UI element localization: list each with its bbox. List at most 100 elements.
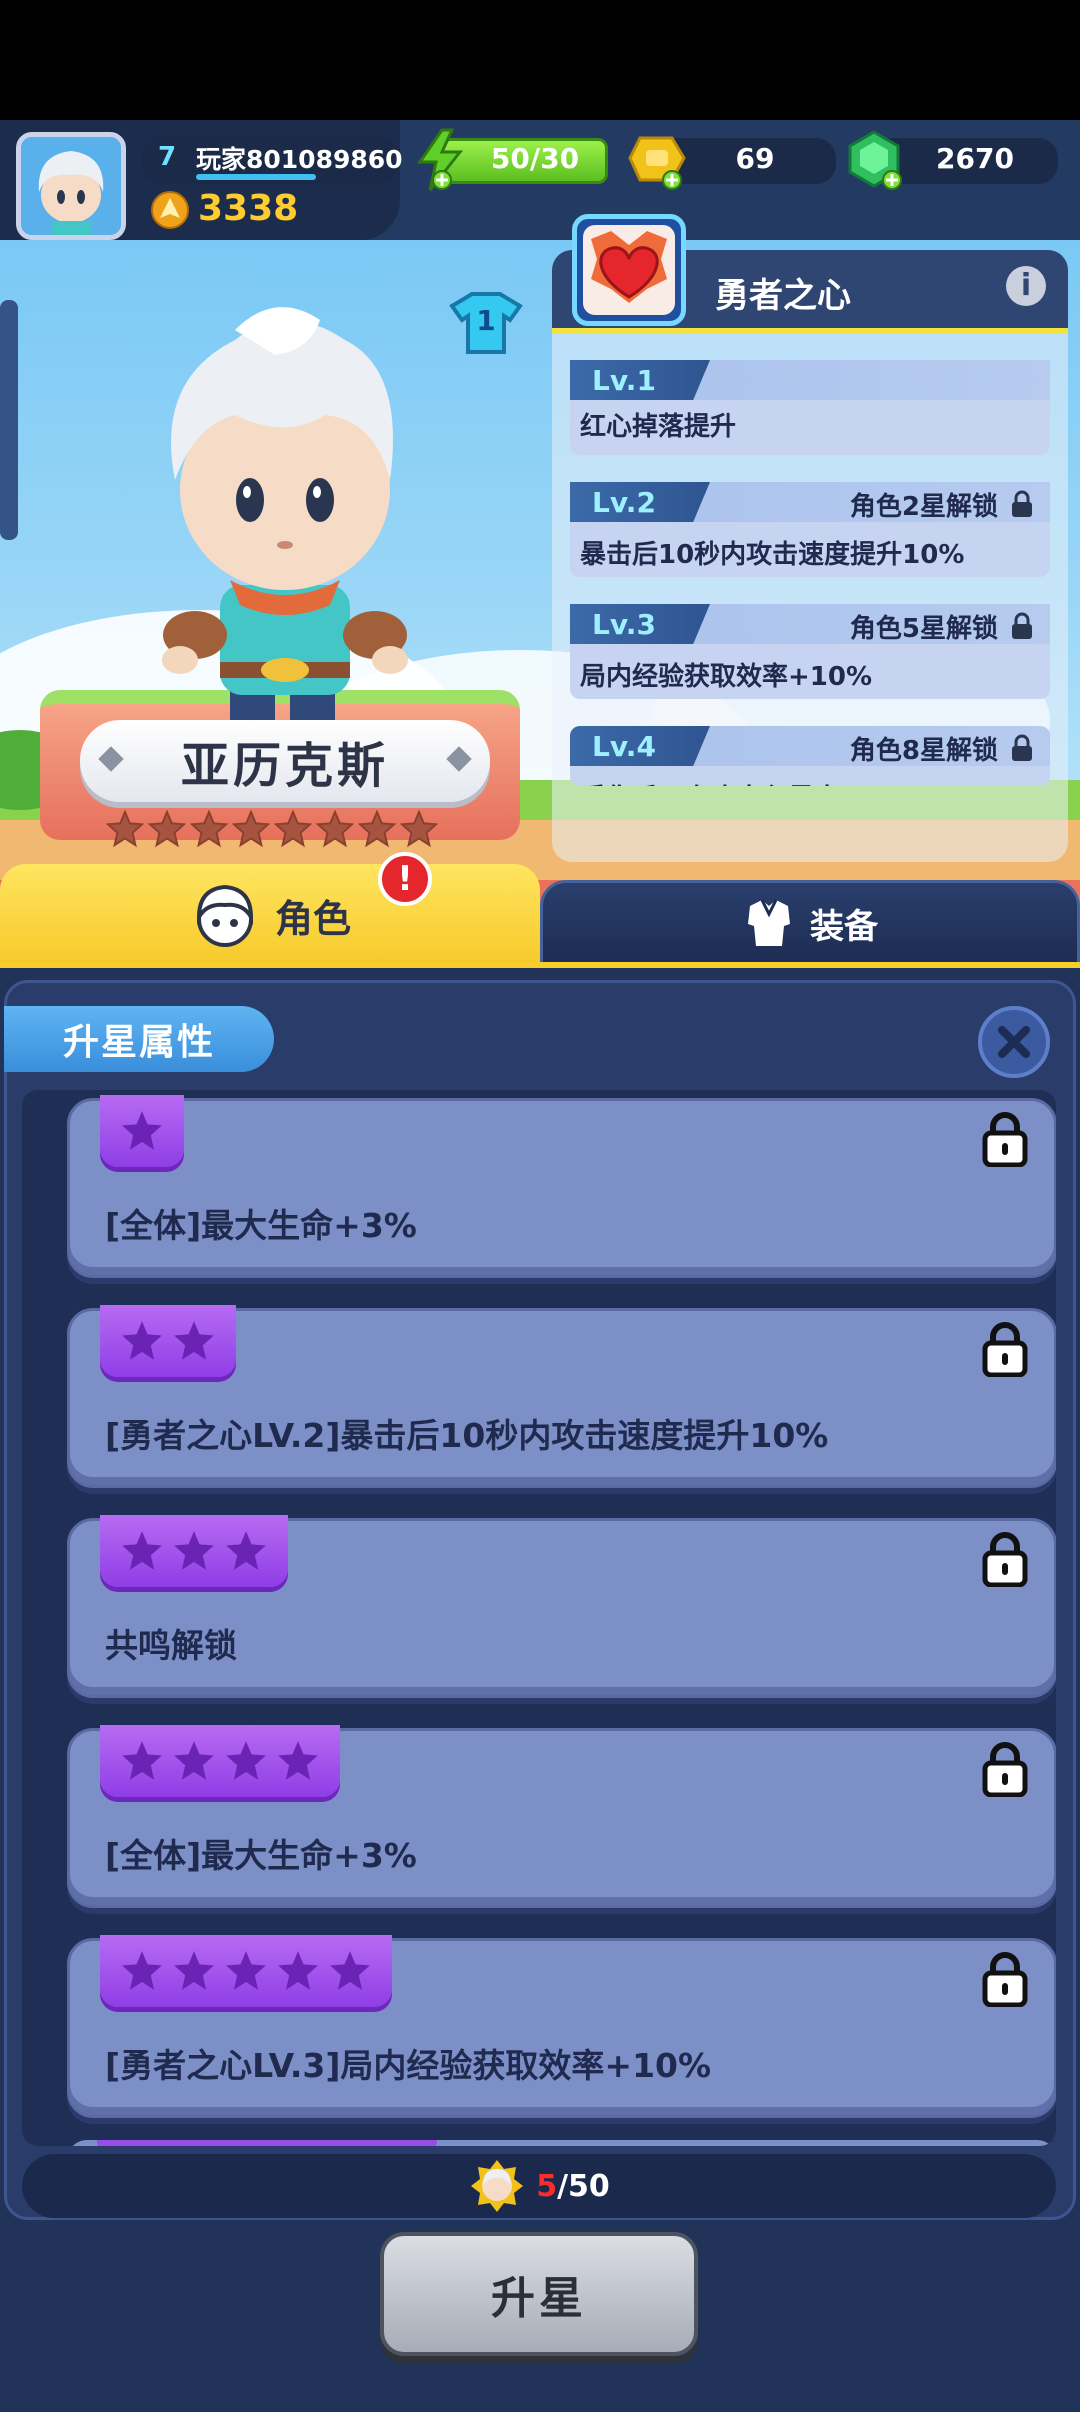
purple-star-icon [122, 1951, 162, 1990]
star-tier-tab [100, 1515, 288, 1587]
purple-star-icon [122, 1741, 162, 1780]
purple-star-icon [122, 1321, 162, 1360]
shard-total: /50 [557, 2168, 610, 2204]
skill-icon-frame [572, 214, 686, 326]
skill-level-desc: 暴击后10秒内攻击速度提升10% [580, 540, 965, 570]
star-attribute-card: [勇者之心LV.3]局内经验获取效率+10% [67, 1935, 1056, 2118]
character-name-plate: 亚历克斯 [80, 720, 490, 802]
star-tier-tab [100, 1305, 236, 1377]
empty-star-icon [316, 810, 354, 848]
star-attribute-card: 共鸣解锁 [67, 1515, 1056, 1698]
star-attribute-text: [全体]最大生命+3% [105, 1836, 417, 1875]
close-icon [998, 1026, 1030, 1058]
tab-character-label: 角色 [274, 896, 351, 941]
lock-icon [982, 1532, 1028, 1587]
purple-star-icon [278, 1951, 318, 1990]
skill-level-row: Lv.1 红心掉落提升 [570, 360, 1050, 455]
upgrade-star-button[interactable]: 升星 [380, 2232, 698, 2356]
stamina-lightning-icon [417, 128, 464, 191]
coin-icon [628, 136, 686, 190]
star-tier-tab [100, 1935, 392, 2007]
skill-level-desc: 局内经验获取效率+10% [580, 662, 873, 692]
purple-star-icon [174, 1321, 214, 1360]
star-tier-tab [100, 1725, 340, 1797]
skill-level-desc: 受伤后下次攻击必暴击 [580, 778, 840, 786]
gem-icon [848, 130, 902, 190]
lock-icon [1012, 612, 1032, 639]
alert-badge: ! [378, 852, 432, 906]
purple-star-icon [122, 1111, 162, 1150]
empty-star-icon [358, 810, 396, 848]
plate-left-diamond-icon [98, 746, 124, 772]
star-tier-tab [97, 2140, 437, 2146]
star-attribute-list[interactable]: [全体]最大生命+3% [勇者之心LV.2]暴击后10秒内攻击速度提升10% 共… [22, 1090, 1056, 2146]
skill-level-row: Lv.4 角色8星解锁 受伤后下次攻击必暴击 [570, 726, 1050, 786]
purple-star-icon [174, 1951, 214, 1990]
power-value: 3338 [198, 188, 299, 229]
shard-current: 5 [536, 2168, 558, 2204]
star-attribute-card: [全体]最大生命+3% [67, 1095, 1056, 1278]
character-face-icon [196, 884, 253, 947]
character-star-row [106, 810, 438, 848]
star-panel-title-tab: 升星属性 [4, 1006, 274, 1072]
skill-level-tag: Lv.1 [570, 360, 710, 400]
lock-icon [1012, 490, 1032, 517]
skill-unlock-note: 角色2星解锁 [849, 492, 998, 522]
player-exp-bar [196, 174, 316, 180]
empty-star-icon [190, 810, 228, 848]
purple-star-icon [226, 1531, 266, 1570]
plate-right-diamond-icon [446, 746, 472, 772]
empty-star-icon [400, 810, 438, 848]
empty-star-icon [232, 810, 270, 848]
heart-skill-icon [583, 225, 675, 315]
purple-star-icon [330, 1951, 370, 1990]
tab-character[interactable]: 角色 [0, 864, 540, 966]
lock-icon [982, 1112, 1028, 1167]
empty-star-icon [274, 810, 312, 848]
star-attribute-text: [全体]最大生命+3% [105, 1206, 417, 1245]
skill-unlock-note: 角色5星解锁 [849, 614, 998, 644]
purple-star-icon [122, 1531, 162, 1570]
outfit-badge-number: 1 [476, 304, 496, 337]
coin-value: 69 [735, 142, 775, 175]
purple-star-icon [278, 1741, 318, 1780]
star-attribute-card: [全体]最大生命+3% [67, 1725, 1056, 1908]
lock-icon [982, 1742, 1028, 1797]
star-panel-title: 升星属性 [62, 1022, 215, 1063]
empty-star-icon [106, 810, 144, 848]
player-name: 玩家801089860 [196, 145, 403, 174]
shard-progress-bar: 5/50 [22, 2154, 1056, 2218]
stamina-value: 50/30 [490, 142, 580, 175]
purple-star-icon [226, 1741, 266, 1780]
close-button[interactable] [978, 1006, 1050, 1078]
lock-icon [982, 1322, 1028, 1377]
avatar-portrait-icon [21, 137, 121, 235]
upgrade-star-label: 升星 [491, 2273, 587, 2324]
skill-unlock-note: 角色8星解锁 [849, 736, 998, 766]
power-icon [151, 191, 189, 229]
tab-equipment[interactable]: 装备 [540, 880, 1080, 966]
empty-star-icon [148, 810, 186, 848]
star-attribute-text: 共鸣解锁 [105, 1626, 237, 1665]
tab-equipment-label: 装备 [810, 906, 878, 947]
star-attribute-card: [勇者之心LV.2]暴击后10秒内攻击速度提升10% [67, 1305, 1056, 1488]
character-shard-icon [471, 2160, 524, 2212]
gem-value: 2670 [936, 142, 1014, 175]
skill-level-tag: Lv.3 [570, 604, 710, 644]
purple-star-icon [174, 1531, 214, 1570]
star-tier-tab [100, 1095, 184, 1167]
screen: { "header": { "player_level": "7", "play… [0, 0, 1080, 2412]
skill-level-row: Lv.3 角色5星解锁 局内经验获取效率+10% [570, 604, 1050, 699]
outfit-shirt-icon[interactable]: 1 [448, 292, 524, 356]
lock-icon [982, 1952, 1028, 2007]
skill-level-tag: Lv.2 [570, 482, 710, 522]
info-icon[interactable]: i [1006, 266, 1046, 306]
skill-title: 勇者之心 [715, 276, 851, 316]
skill-level-desc: 红心掉落提升 [580, 412, 737, 442]
star-attribute-text: [勇者之心LV.3]局内经验获取效率+10% [105, 2046, 712, 2085]
skill-level-tag: Lv.4 [570, 726, 710, 766]
star-attribute-card-partial [67, 2140, 1056, 2146]
character-name: 亚历克斯 [180, 738, 389, 794]
armor-icon [748, 899, 790, 946]
player-avatar[interactable] [16, 132, 126, 240]
